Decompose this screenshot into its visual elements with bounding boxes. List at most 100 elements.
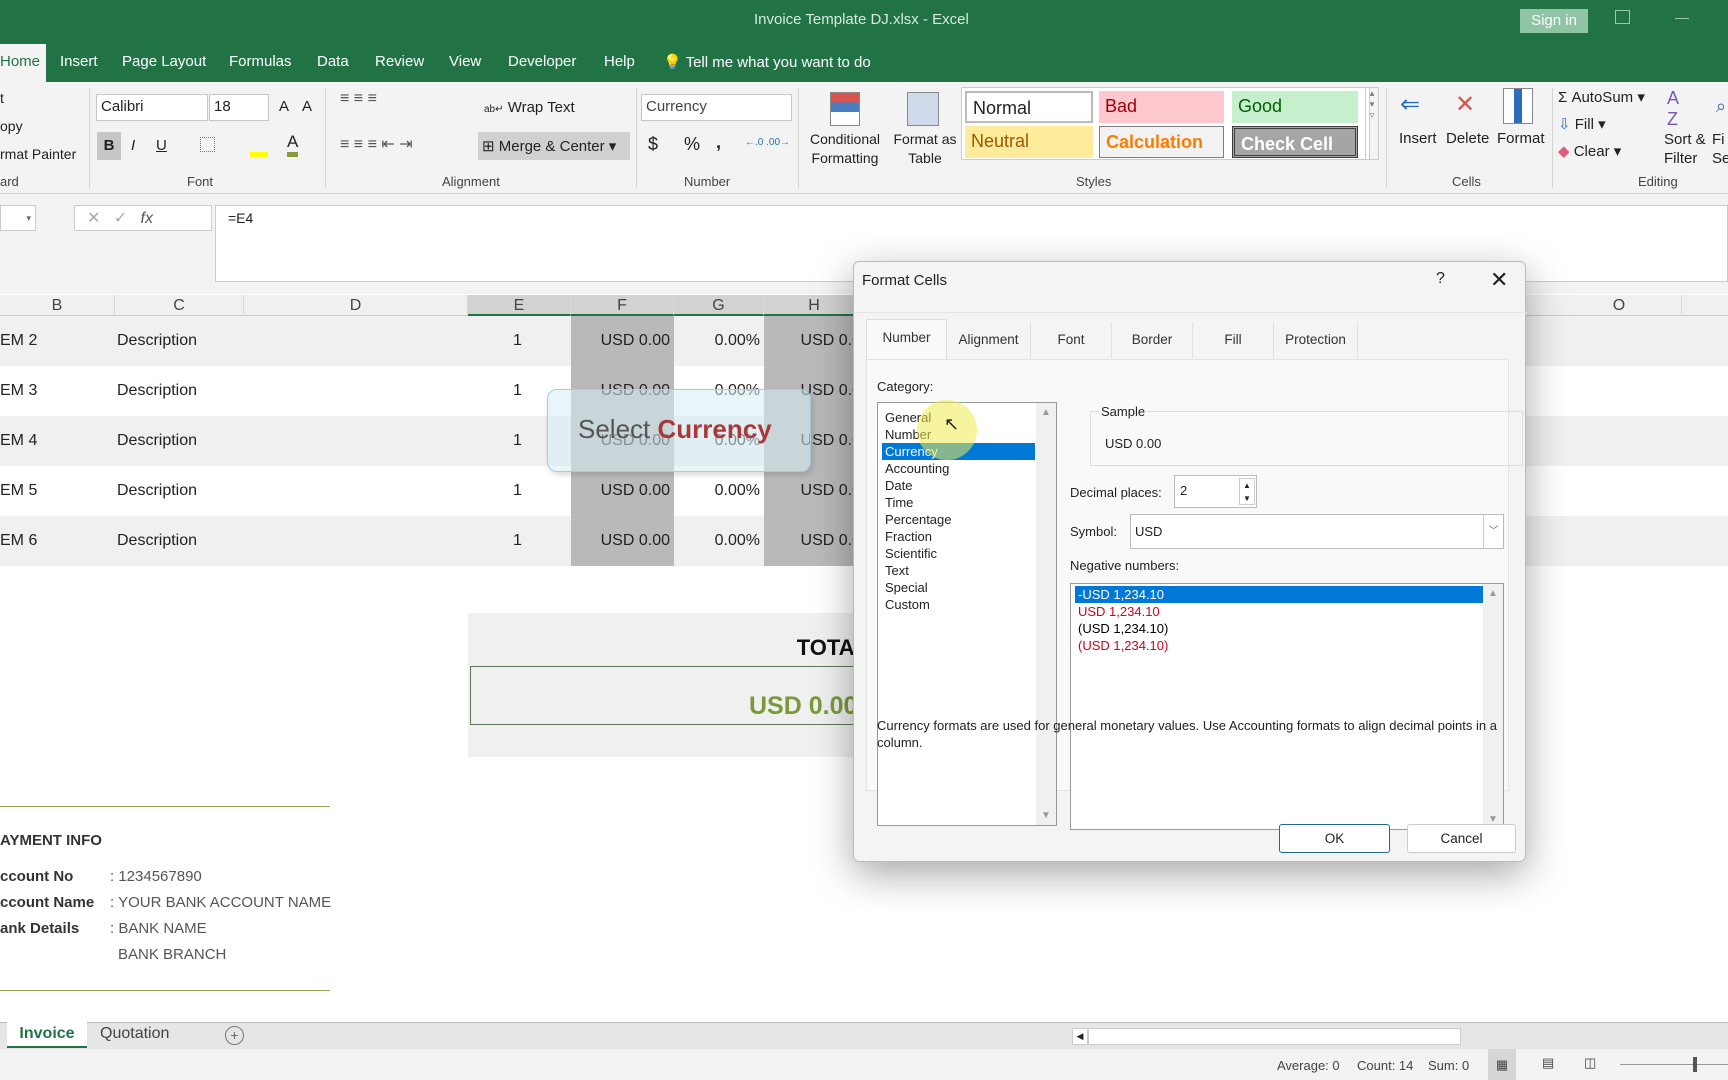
style-calculation[interactable]: Calculation bbox=[1099, 126, 1224, 158]
number-format-select[interactable]: Currency bbox=[641, 94, 792, 121]
tab-home[interactable]: Home bbox=[0, 53, 40, 70]
percent-button[interactable]: % bbox=[684, 134, 700, 155]
col-header-g[interactable]: G bbox=[674, 295, 764, 316]
format-cells-button[interactable]: Format bbox=[1497, 130, 1545, 147]
tell-me-search[interactable]: 💡 Tell me what you want to do bbox=[663, 53, 871, 71]
style-bad[interactable]: Bad bbox=[1099, 91, 1224, 123]
ribbon-display-icon[interactable] bbox=[1615, 10, 1630, 24]
style-neutral[interactable]: Neutral bbox=[965, 126, 1093, 158]
negative-numbers-list[interactable]: ▲ ▼ -USD 1,234.10 USD 1,234.10 (USD 1,234.1… bbox=[1070, 583, 1504, 830]
sign-in-button[interactable]: Sign in bbox=[1520, 9, 1588, 33]
page-break-view-icon[interactable]: ◫ bbox=[1584, 1055, 1596, 1071]
cancel-icon[interactable]: ✕ bbox=[87, 210, 100, 227]
col-header-e[interactable]: E bbox=[468, 295, 571, 316]
sort-filter-button[interactable]: Sort & Filter bbox=[1664, 130, 1710, 168]
category-item[interactable]: Text bbox=[882, 562, 1035, 579]
add-sheet-icon[interactable]: + bbox=[225, 1026, 244, 1045]
cell-item[interactable]: EM 4 bbox=[0, 416, 115, 466]
tab-data[interactable]: Data bbox=[317, 53, 349, 70]
increase-font-icon[interactable]: A bbox=[279, 98, 289, 115]
cell-qty[interactable]: 1 bbox=[468, 516, 571, 566]
tab-help[interactable]: Help bbox=[604, 53, 635, 70]
cell-desc[interactable]: Description bbox=[117, 366, 244, 416]
align-icons[interactable]: ≡ ≡ ≡ bbox=[340, 90, 377, 108]
merge-center-button[interactable]: ⊞ Merge & Center ▾ bbox=[478, 132, 630, 160]
cell-price[interactable]: USD 0.00 bbox=[571, 316, 674, 366]
cell-desc[interactable]: Description bbox=[117, 416, 244, 466]
currency-format-button[interactable]: $ bbox=[648, 134, 658, 155]
col-header-c[interactable]: C bbox=[115, 295, 244, 316]
tab-formulas[interactable]: Formulas bbox=[229, 53, 292, 70]
negative-format-item[interactable]: USD 1,234.10 bbox=[1075, 603, 1483, 620]
zoom-slider-thumb[interactable] bbox=[1693, 1057, 1697, 1072]
col-header-f[interactable]: F bbox=[571, 295, 674, 316]
underline-button[interactable]: U bbox=[156, 137, 167, 154]
negative-format-item[interactable]: (USD 1,234.10) bbox=[1075, 620, 1483, 637]
style-check-cell[interactable]: Check Cell bbox=[1232, 126, 1358, 158]
find-select-button[interactable]: Fi Se bbox=[1712, 130, 1728, 168]
fill-button[interactable]: ⇩ Fill ▾ bbox=[1558, 115, 1606, 133]
tab-number[interactable]: Number bbox=[866, 319, 947, 359]
cell-desc[interactable]: Description bbox=[117, 466, 244, 516]
sheet-tab-quotation[interactable]: Quotation bbox=[100, 1025, 169, 1043]
cell-price[interactable]: USD 0.00 bbox=[571, 516, 674, 566]
negative-format-item[interactable]: -USD 1,234.10 bbox=[1075, 586, 1483, 603]
format-as-table-button[interactable]: Format as Table bbox=[890, 130, 960, 168]
tab-fill[interactable]: Fill bbox=[1193, 322, 1274, 358]
cell-price[interactable]: USD 0.00 bbox=[571, 466, 674, 516]
category-item[interactable]: Accounting bbox=[882, 460, 1035, 477]
styles-scroll[interactable]: ▴ ▾ ▿ bbox=[1365, 87, 1379, 160]
category-item[interactable]: Percentage bbox=[882, 511, 1035, 528]
format-painter-button[interactable]: rmat Painter bbox=[0, 146, 76, 162]
zoom-slider[interactable] bbox=[1620, 1064, 1728, 1065]
fill-color-icon[interactable] bbox=[250, 152, 268, 157]
cell-item[interactable]: EM 2 bbox=[0, 316, 115, 366]
font-name-select[interactable]: Calibri bbox=[96, 94, 208, 121]
enter-icon[interactable]: ✓ bbox=[114, 210, 127, 227]
bold-button[interactable]: B bbox=[97, 132, 121, 160]
cell-item[interactable]: EM 5 bbox=[0, 466, 115, 516]
copy-button[interactable]: opy bbox=[0, 118, 23, 134]
font-size-select[interactable]: 18 bbox=[209, 94, 269, 121]
category-list[interactable]: ▲ ▼ General Number Currency Accounting Date Ti… bbox=[877, 402, 1057, 826]
tab-font[interactable]: Font bbox=[1031, 322, 1112, 358]
cell-total[interactable]: USD 0.0 bbox=[764, 516, 865, 566]
cut-button[interactable]: t bbox=[0, 90, 4, 106]
cell-qty[interactable]: 1 bbox=[468, 316, 571, 366]
decimal-change-icons[interactable]: ←.0 .00→ bbox=[745, 137, 790, 148]
total-cell[interactable]: USD 0.00 bbox=[470, 666, 870, 725]
fx-icon[interactable]: fx bbox=[141, 210, 153, 227]
col-header-d[interactable]: D bbox=[244, 295, 468, 316]
cell-total[interactable]: USD 0.0 bbox=[764, 316, 865, 366]
help-button[interactable]: ? bbox=[1436, 270, 1445, 288]
close-icon[interactable]: ✕ bbox=[1490, 267, 1508, 293]
insert-cells-button[interactable]: Insert bbox=[1399, 130, 1437, 147]
style-good[interactable]: Good bbox=[1232, 91, 1358, 123]
clear-button[interactable]: ◆ Clear ▾ bbox=[1558, 142, 1621, 160]
col-header-o[interactable]: O bbox=[1557, 295, 1682, 316]
negative-scrollbar[interactable]: ▲ ▼ bbox=[1483, 584, 1503, 829]
normal-view-icon[interactable]: ▦ bbox=[1488, 1049, 1516, 1080]
decrease-font-icon[interactable]: A bbox=[302, 98, 312, 115]
font-color-icon[interactable]: A bbox=[287, 132, 299, 157]
category-item[interactable]: Special bbox=[882, 579, 1035, 596]
cell-disc[interactable]: 0.00% bbox=[674, 316, 764, 366]
minimize-icon[interactable] bbox=[1675, 18, 1689, 19]
scroll-left-icon[interactable]: ◀ bbox=[1072, 1028, 1088, 1045]
borders-icon[interactable] bbox=[200, 137, 215, 152]
cell-disc[interactable]: 0.00% bbox=[674, 466, 764, 516]
category-item[interactable]: Time bbox=[882, 494, 1035, 511]
conditional-formatting-button[interactable]: Conditional Formatting bbox=[805, 130, 885, 168]
tab-border[interactable]: Border bbox=[1112, 322, 1193, 358]
tab-alignment[interactable]: Alignment bbox=[947, 322, 1031, 358]
cell-item[interactable]: EM 6 bbox=[0, 516, 115, 566]
tab-review[interactable]: Review bbox=[375, 53, 424, 70]
cell-qty[interactable]: 1 bbox=[468, 466, 571, 516]
wrap-text-button[interactable]: ab↵ Wrap Text bbox=[484, 99, 575, 116]
cell-desc[interactable]: Description bbox=[117, 516, 244, 566]
delete-cells-button[interactable]: Delete bbox=[1446, 130, 1489, 147]
horizontal-scrollbar[interactable] bbox=[1088, 1028, 1461, 1045]
tab-insert[interactable]: Insert bbox=[60, 53, 98, 70]
category-scrollbar[interactable]: ▲ ▼ bbox=[1036, 403, 1056, 825]
italic-button[interactable]: I bbox=[131, 137, 135, 154]
